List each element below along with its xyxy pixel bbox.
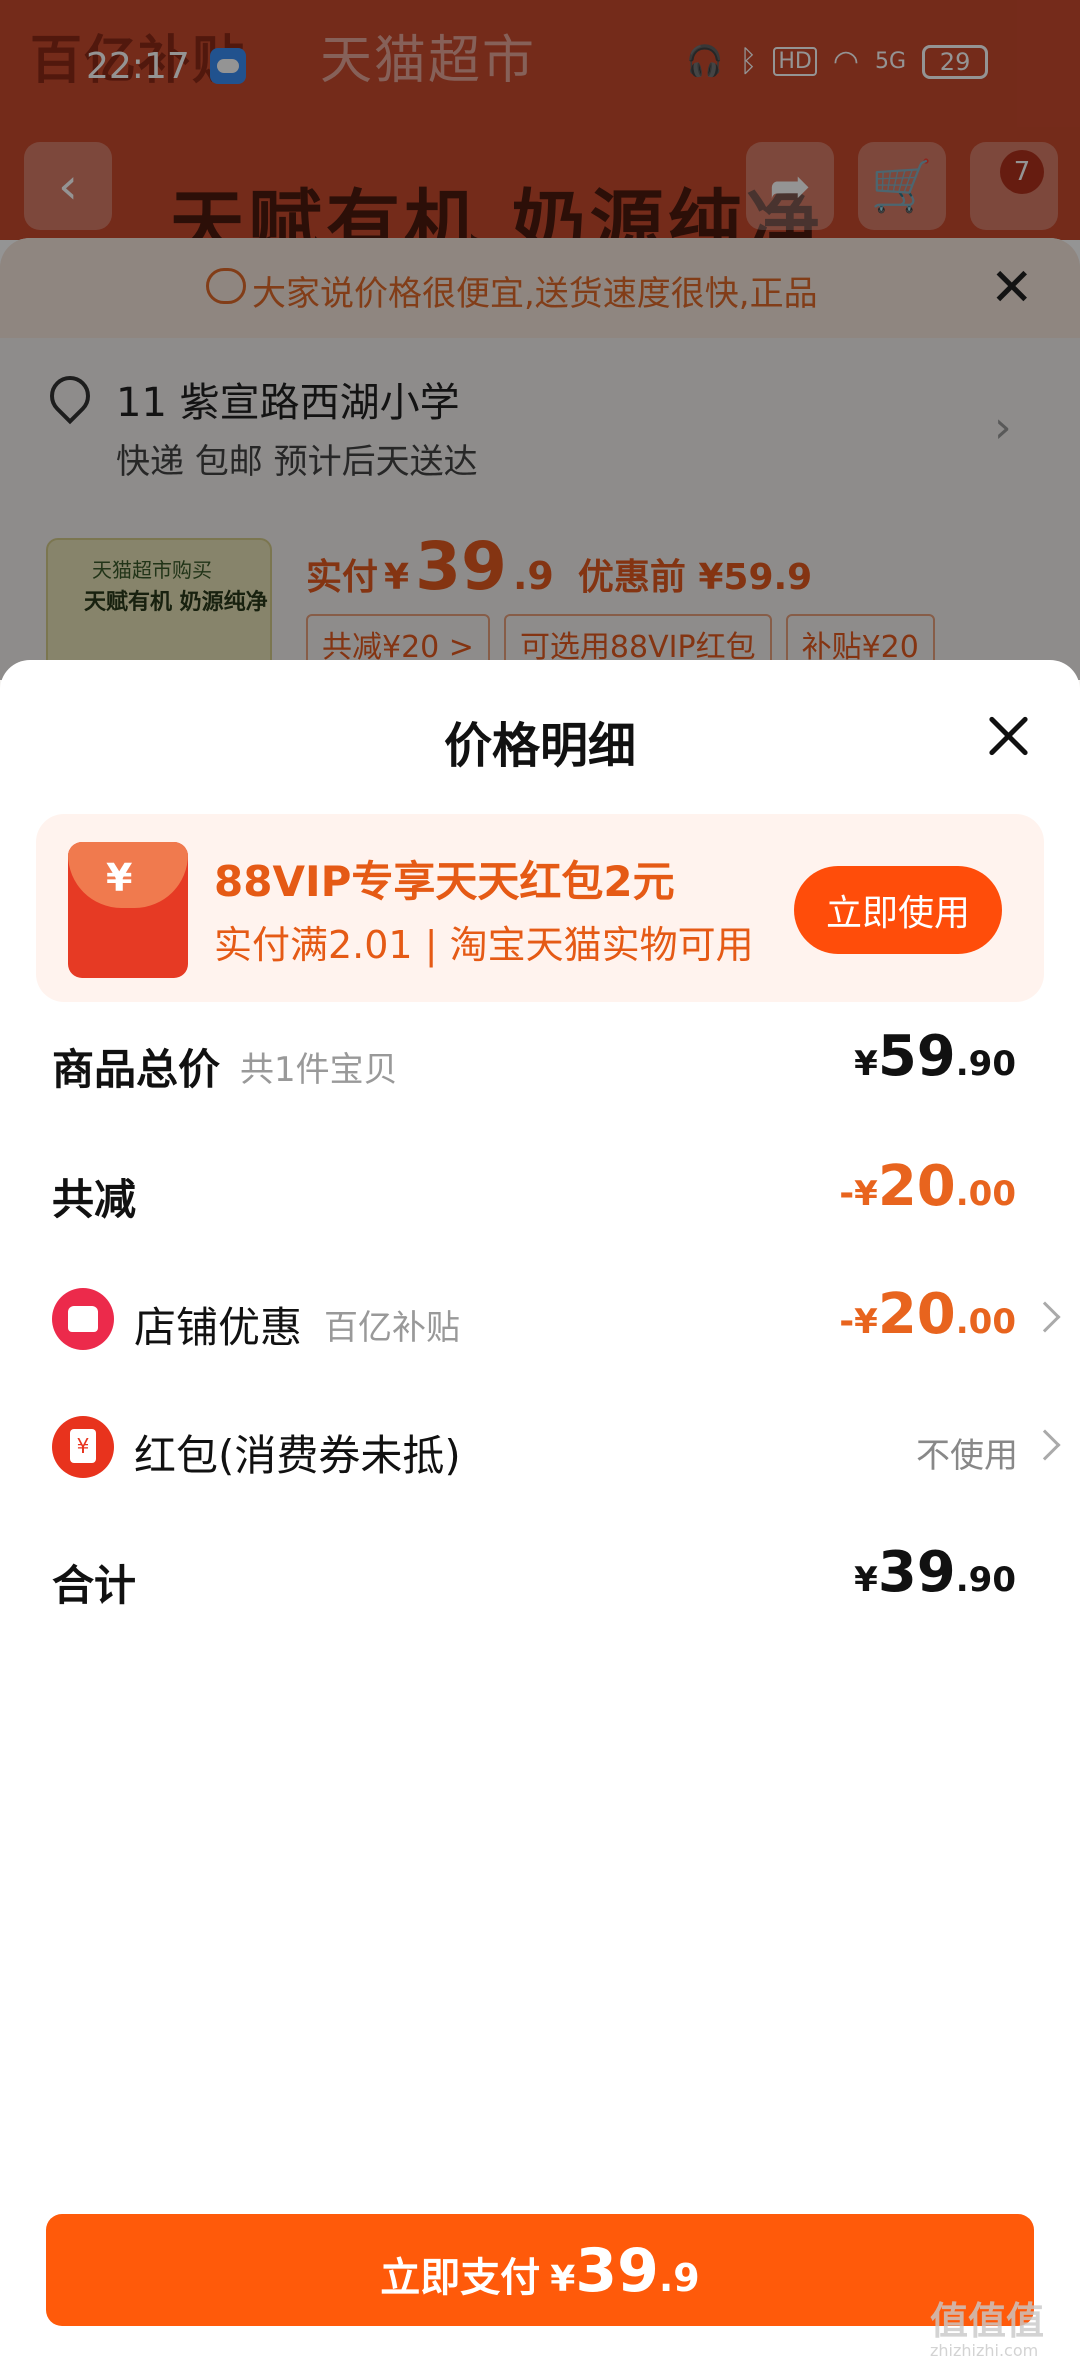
redpacket-row[interactable]: 红包(消费券未抵) 不使用 [52,1410,1061,1490]
amount-decimal: .00 [955,1302,1016,1342]
amount-integer: 20 [877,1282,956,1347]
amount-integer: 59 [877,1024,956,1089]
pay-amount-decimal: .9 [658,2256,700,2300]
total-price-label: 商品总价 [52,1045,221,1094]
currency-symbol: ¥ [854,1174,878,1214]
total-price-amount: ¥ 59 .90 [854,1024,1016,1089]
pay-now-button[interactable]: 立即支付 ¥ 39 .9 [46,2214,1034,2326]
minus-sign: - [839,1173,855,1214]
close-icon[interactable] [984,712,1032,760]
site-watermark: 值值值 zhizhizhi.com [930,2290,1044,2360]
promo-subtitle: 实付满2.01 | 淘宝天猫实物可用 [214,923,754,967]
pay-currency: ¥ [550,2259,576,2300]
shop-discount-amount: - ¥ 20 .00 [839,1282,1016,1347]
amount-decimal: .90 [955,1560,1016,1600]
currency-symbol: ¥ [854,1560,878,1600]
yen-glyph: ¥ [106,856,133,900]
redpacket-label: 红包(消费券未抵) [134,1431,461,1480]
vip-redpacket-promo: ¥ 88VIP专享天天红包2元 实付满2.01 | 淘宝天猫实物可用 立即使用 [36,814,1044,1002]
total-price-row: 商品总价 共1件宝贝 ¥ 59 .90 [52,1024,1032,1104]
total-reduction-row: 共减 - ¥ 20 .00 [52,1154,1032,1234]
shop-discount-row[interactable]: 店铺优惠 百亿补贴 - ¥ 20 .00 [52,1282,1061,1362]
shop-icon [52,1288,114,1350]
watermark-url: zhizhizhi.com [930,2341,1039,2360]
chevron-right-icon [1029,1429,1061,1461]
watermark-logo-text: 值值值 [930,2299,1045,2343]
amount-decimal: .90 [955,1044,1016,1084]
grand-total-amount: ¥ 39 .90 [854,1540,1016,1605]
amount-decimal: .00 [955,1174,1016,1214]
total-reduction-amount: - ¥ 20 .00 [839,1154,1016,1219]
shop-discount-label: 店铺优惠 [134,1303,303,1352]
sheet-title: 价格明细 [443,718,636,774]
minus-sign: - [839,1301,855,1342]
modal-overlay[interactable] [0,0,1080,680]
red-packet-small-icon [52,1416,114,1478]
currency-symbol: ¥ [854,1302,878,1342]
red-packet-icon: ¥ [68,842,188,978]
currency-symbol: ¥ [854,1044,878,1084]
shop-discount-source: 百亿补贴 [324,1308,460,1348]
pay-amount-integer: 39 [575,2236,659,2306]
grand-total-row: 合计 ¥ 39 .90 [52,1540,1032,1620]
redpacket-value: 不使用 [916,1436,1018,1476]
grand-total-label: 合计 [52,1561,137,1610]
amount-integer: 39 [877,1540,956,1605]
chevron-right-icon [1029,1301,1061,1333]
item-count: 共1件宝贝 [240,1050,398,1090]
use-now-button[interactable]: 立即使用 [794,866,1002,954]
promo-title: 88VIP专享天天红包2元 [214,857,675,906]
amount-integer: 20 [877,1154,956,1219]
pay-button-label: 立即支付 [380,2255,541,2301]
price-detail-sheet: 价格明细 ¥ 88VIP专享天天红包2元 实付满2.01 | 淘宝天猫实物可用 … [0,660,1080,2376]
total-reduction-label: 共减 [52,1175,137,1224]
